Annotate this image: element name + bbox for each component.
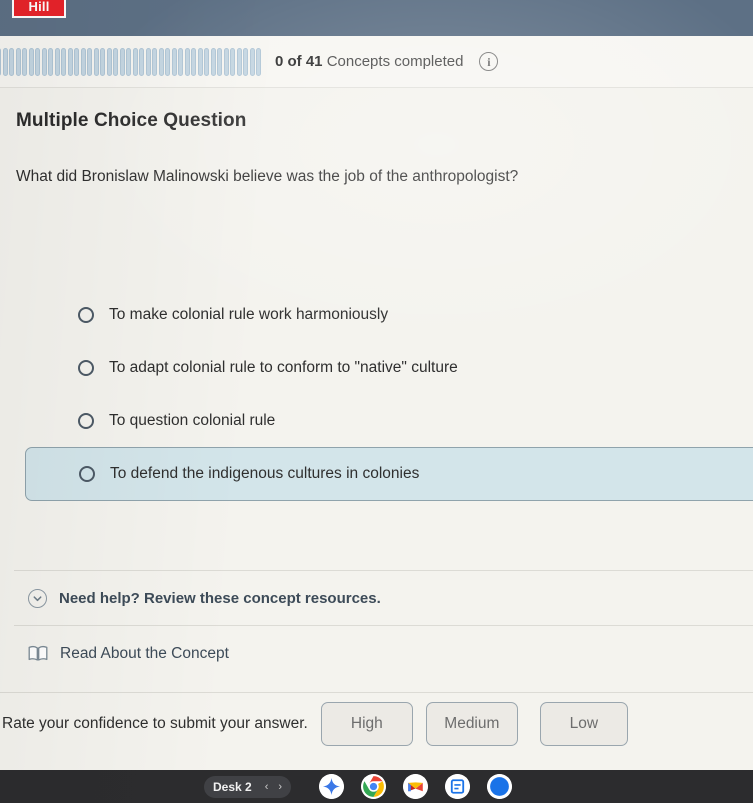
confidence-high-button[interactable]: High	[320, 701, 413, 746]
chevron-down-icon	[28, 588, 47, 608]
concept-segment[interactable]	[119, 47, 125, 76]
concept-segment[interactable]	[132, 47, 138, 76]
question-type-heading: Multiple Choice Question	[16, 110, 247, 131]
browser-screenshot: Hill 0 of 41 Concepts completed i Multip…	[0, 0, 753, 803]
concept-progress-bar[interactable]	[0, 47, 261, 76]
need-help-row[interactable]: Need help? Review these concept resource…	[14, 571, 753, 626]
answer-option-label: To question colonial rule	[109, 411, 276, 429]
answer-options-list: To make colonial rule work harmoniously T…	[0, 288, 753, 501]
concept-segment[interactable]	[93, 47, 99, 76]
question-prompt: What did Bronislaw Malinowski believe wa…	[16, 168, 519, 185]
concept-segment[interactable]	[41, 47, 47, 76]
confidence-medium-button[interactable]: Medium	[425, 701, 518, 746]
concept-segment[interactable]	[87, 47, 92, 76]
concept-segment[interactable]	[158, 47, 164, 76]
concept-segment[interactable]	[171, 47, 177, 76]
concept-segment[interactable]	[197, 47, 203, 76]
answer-option-label: To adapt colonial rule to conform to "na…	[109, 358, 458, 376]
system-shelf: Desk 2 ‹ ›	[0, 770, 753, 803]
info-icon[interactable]: i	[479, 52, 499, 71]
confidence-prompt: Rate your confidence to submit your answ…	[2, 714, 308, 732]
read-about-concept-row[interactable]: Read About the Concept	[14, 626, 753, 681]
question-panel: Multiple Choice Question What did Bronis…	[0, 88, 753, 803]
read-about-concept-label: Read About the Concept	[60, 644, 229, 662]
gemini-icon[interactable]	[319, 774, 345, 799]
docs-icon[interactable]	[445, 774, 471, 799]
circle-app-icon[interactable]	[487, 774, 513, 799]
concept-segment[interactable]	[223, 47, 229, 76]
progress-count: 0 of 41	[275, 53, 323, 70]
answer-option[interactable]: To defend the indigenous cultures in col…	[25, 447, 753, 501]
book-icon	[28, 645, 48, 662]
concept-segment[interactable]	[256, 47, 261, 76]
gmail-icon[interactable]	[403, 774, 429, 799]
radio-button-icon[interactable]	[78, 359, 94, 376]
concept-segment[interactable]	[2, 47, 8, 76]
concept-segment[interactable]	[9, 47, 14, 76]
brand-header-bar: Hill	[0, 0, 753, 36]
concept-segment[interactable]	[126, 47, 131, 76]
answer-option-label: To defend the indigenous cultures in col…	[110, 465, 420, 482]
desk-next-arrow[interactable]: ›	[278, 781, 282, 793]
concept-segment[interactable]	[54, 47, 60, 76]
concept-segment[interactable]	[74, 47, 79, 76]
answer-option[interactable]: To make colonial rule work harmoniously	[0, 288, 753, 341]
radio-button-icon[interactable]	[79, 466, 95, 482]
radio-button-icon[interactable]	[78, 306, 94, 323]
concept-segment[interactable]	[35, 47, 40, 76]
chrome-icon[interactable]	[361, 774, 387, 799]
progress-strip: 0 of 41 Concepts completed i	[0, 36, 753, 88]
concept-segment[interactable]	[152, 47, 157, 76]
concept-segment[interactable]	[106, 47, 112, 76]
concept-segment[interactable]	[100, 47, 105, 76]
concept-segment[interactable]	[80, 47, 86, 76]
answer-option[interactable]: To adapt colonial rule to conform to "na…	[0, 341, 753, 394]
concept-segment[interactable]	[61, 47, 66, 76]
concept-segment[interactable]	[48, 47, 53, 76]
concept-segment[interactable]	[165, 47, 170, 76]
concept-segment[interactable]	[145, 47, 151, 76]
desk-prev-arrow[interactable]: ‹	[265, 781, 269, 793]
concept-segment[interactable]	[113, 47, 118, 76]
concept-segment[interactable]	[28, 47, 34, 76]
answer-option-label: To make colonial rule work harmoniously	[109, 305, 389, 323]
help-section: Need help? Review these concept resource…	[14, 570, 753, 681]
confidence-bar: Rate your confidence to submit your answ…	[0, 692, 753, 754]
concept-segment[interactable]	[178, 47, 183, 76]
confidence-low-button[interactable]: Low	[539, 701, 628, 746]
radio-button-icon[interactable]	[78, 412, 94, 429]
progress-count-suffix: Concepts completed	[322, 53, 464, 70]
concept-segment[interactable]	[204, 47, 209, 76]
concept-segment[interactable]	[230, 47, 235, 76]
shelf-app-icons	[319, 774, 513, 799]
desk-indicator[interactable]: Desk 2	[204, 775, 261, 798]
mcgraw-hill-logo[interactable]: Hill	[12, 0, 66, 18]
concept-segment[interactable]	[243, 47, 248, 76]
concept-segment[interactable]	[184, 47, 190, 76]
need-help-label: Need help? Review these concept resource…	[59, 589, 381, 607]
concept-segment[interactable]	[15, 47, 21, 76]
concept-segment[interactable]	[191, 47, 196, 76]
concept-segment[interactable]	[139, 47, 144, 76]
concept-segment[interactable]	[22, 47, 27, 76]
concept-segment[interactable]	[249, 47, 255, 76]
concept-segment[interactable]	[236, 47, 242, 76]
concept-segment[interactable]	[0, 47, 1, 76]
concept-segment[interactable]	[67, 47, 73, 76]
progress-label: 0 of 41 Concepts completed	[275, 53, 463, 70]
concept-segment[interactable]	[210, 47, 216, 76]
concept-segment[interactable]	[217, 47, 222, 76]
desk-switch-arrows: ‹ ›	[260, 775, 292, 798]
answer-option[interactable]: To question colonial rule	[0, 394, 753, 447]
